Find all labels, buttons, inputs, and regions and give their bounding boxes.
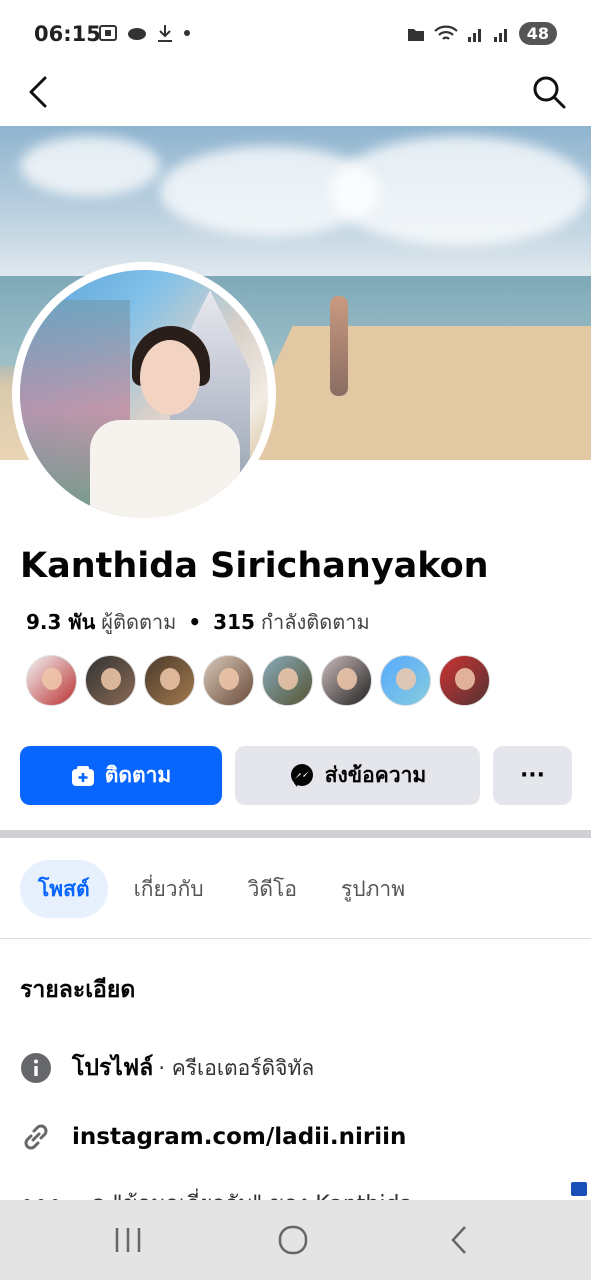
recent-apps-icon[interactable] bbox=[108, 1222, 148, 1258]
status-bar: 06:15 48 bbox=[0, 0, 591, 62]
link-icon bbox=[24, 1124, 48, 1150]
mutual-friend-avatar[interactable] bbox=[380, 655, 431, 706]
mutual-friend-avatar[interactable] bbox=[439, 655, 490, 706]
more-icon: ··· bbox=[519, 763, 546, 788]
details-title: รายละเอียด bbox=[20, 977, 136, 1003]
mutual-friends-list bbox=[26, 655, 490, 706]
profile-type-value: · ครีเอเตอร์ดิจิทัล bbox=[158, 1056, 315, 1080]
tab-photos[interactable]: รูปภาพ bbox=[323, 860, 423, 918]
mutual-friend-avatar[interactable] bbox=[85, 655, 136, 706]
tab-videos[interactable]: วิดีโอ bbox=[230, 860, 315, 918]
status-time: 06:15 bbox=[34, 22, 101, 46]
profile-type-label: โปรไฟล์ bbox=[72, 1055, 154, 1081]
followers-count[interactable]: 9.3 พัน bbox=[26, 606, 95, 638]
home-icon[interactable] bbox=[273, 1222, 313, 1258]
following-count[interactable]: 315 bbox=[213, 610, 255, 634]
message-button[interactable]: ส่งข้อความ bbox=[235, 746, 480, 805]
more-options-button[interactable]: ··· bbox=[493, 746, 572, 805]
tabs-divider bbox=[0, 938, 591, 939]
status-system-icons: 48 bbox=[407, 22, 557, 45]
tab-about[interactable]: เกี่ยวกับ bbox=[116, 860, 222, 918]
back-nav-icon[interactable] bbox=[440, 1222, 480, 1258]
detail-profile-type: โปรไฟล์ · ครีเอเตอร์ดิจิทัล bbox=[20, 1050, 314, 1086]
app-bar bbox=[0, 62, 591, 126]
message-label: ส่งข้อความ bbox=[324, 763, 427, 787]
wifi-icon bbox=[433, 25, 458, 40]
search-icon[interactable] bbox=[531, 74, 567, 110]
following-label[interactable]: กำลังติดตาม bbox=[261, 606, 370, 638]
folder-badge-icon bbox=[571, 1182, 587, 1196]
signal-icon bbox=[467, 28, 481, 42]
signal-icon-2 bbox=[493, 28, 507, 42]
stats-separator: • bbox=[188, 610, 202, 634]
chevron-left-icon[interactable] bbox=[22, 74, 58, 110]
avatar[interactable] bbox=[20, 270, 268, 518]
dot-icon bbox=[184, 30, 190, 36]
mutual-friend-avatar[interactable] bbox=[321, 655, 372, 706]
followers-label[interactable]: ผู้ติดตาม bbox=[101, 606, 176, 638]
screenshot-icon bbox=[99, 25, 117, 41]
info-icon bbox=[21, 1053, 51, 1083]
follow-button[interactable]: ติดตาม bbox=[20, 746, 222, 805]
instagram-link[interactable]: instagram.com/ladii.niriin bbox=[72, 1124, 406, 1150]
download-icon bbox=[158, 25, 172, 42]
battery-indicator: 48 bbox=[518, 22, 557, 45]
folder-icon bbox=[407, 28, 424, 41]
status-notification-icons bbox=[98, 23, 192, 43]
mutual-friend-avatar[interactable] bbox=[26, 655, 77, 706]
tab-posts[interactable]: โพสต์ bbox=[20, 860, 108, 918]
mutual-friend-avatar[interactable] bbox=[203, 655, 254, 706]
system-nav-bar bbox=[0, 1200, 591, 1280]
detail-link: instagram.com/ladii.niriin bbox=[20, 1121, 406, 1153]
mutual-friend-avatar[interactable] bbox=[262, 655, 313, 706]
mutual-friend-avatar[interactable] bbox=[144, 655, 195, 706]
messenger-icon bbox=[290, 763, 313, 787]
profile-tabs: โพสต์ เกี่ยวกับ วิดีโอ รูปภาพ bbox=[20, 860, 423, 918]
follow-label: ติดตาม bbox=[104, 763, 172, 787]
profile-stats: 9.3 พัน ผู้ติดตาม • 315 กำลังติดตาม bbox=[26, 606, 370, 638]
add-friend-icon bbox=[71, 765, 94, 786]
section-divider bbox=[0, 830, 591, 838]
profile-name: Kanthida Sirichanyakon bbox=[20, 546, 489, 586]
cloud-icon bbox=[128, 28, 146, 40]
